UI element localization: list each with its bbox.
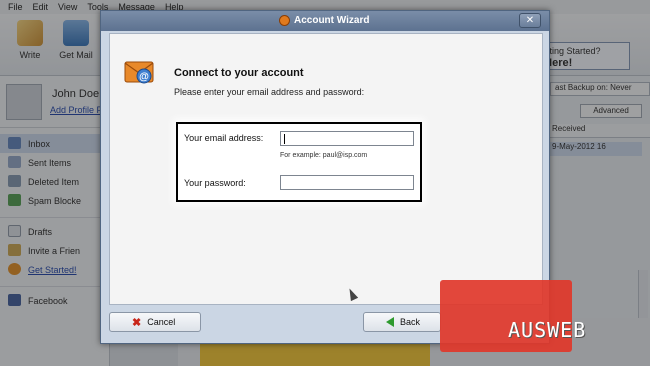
email-label: Your email address: bbox=[184, 133, 264, 143]
instructions-text: Please enter your email address and pass… bbox=[174, 87, 365, 97]
svg-text:@: @ bbox=[139, 72, 149, 83]
password-label: Your password: bbox=[184, 178, 246, 188]
back-arrow-icon bbox=[386, 317, 394, 327]
cancel-icon: ✖ bbox=[132, 316, 142, 329]
email-example-hint: For example: paul@isp.com bbox=[280, 152, 368, 159]
dialog-titlebar[interactable]: Account Wizard ✕ bbox=[101, 11, 549, 31]
email-envelope-icon: @ bbox=[124, 61, 154, 84]
cancel-button[interactable]: ✖ Cancel bbox=[109, 312, 201, 332]
email-field[interactable] bbox=[280, 131, 414, 146]
page-title: Connect to your account bbox=[174, 67, 304, 79]
close-button[interactable]: ✕ bbox=[519, 13, 541, 28]
text-caret bbox=[284, 134, 285, 144]
password-field[interactable] bbox=[280, 175, 414, 190]
back-button[interactable]: Back bbox=[363, 312, 441, 332]
mouse-pointer bbox=[345, 286, 359, 302]
dialog-body: @ Connect to your account Please enter y… bbox=[109, 33, 543, 305]
ausweb-watermark: AUSWEB bbox=[508, 318, 587, 342]
back-label: Back bbox=[400, 317, 421, 327]
cancel-label: Cancel bbox=[147, 317, 176, 327]
dialog-title: Account Wizard bbox=[294, 15, 370, 26]
credentials-form: Your email address: For example: paul@is… bbox=[176, 122, 422, 202]
app-icon bbox=[279, 15, 290, 26]
